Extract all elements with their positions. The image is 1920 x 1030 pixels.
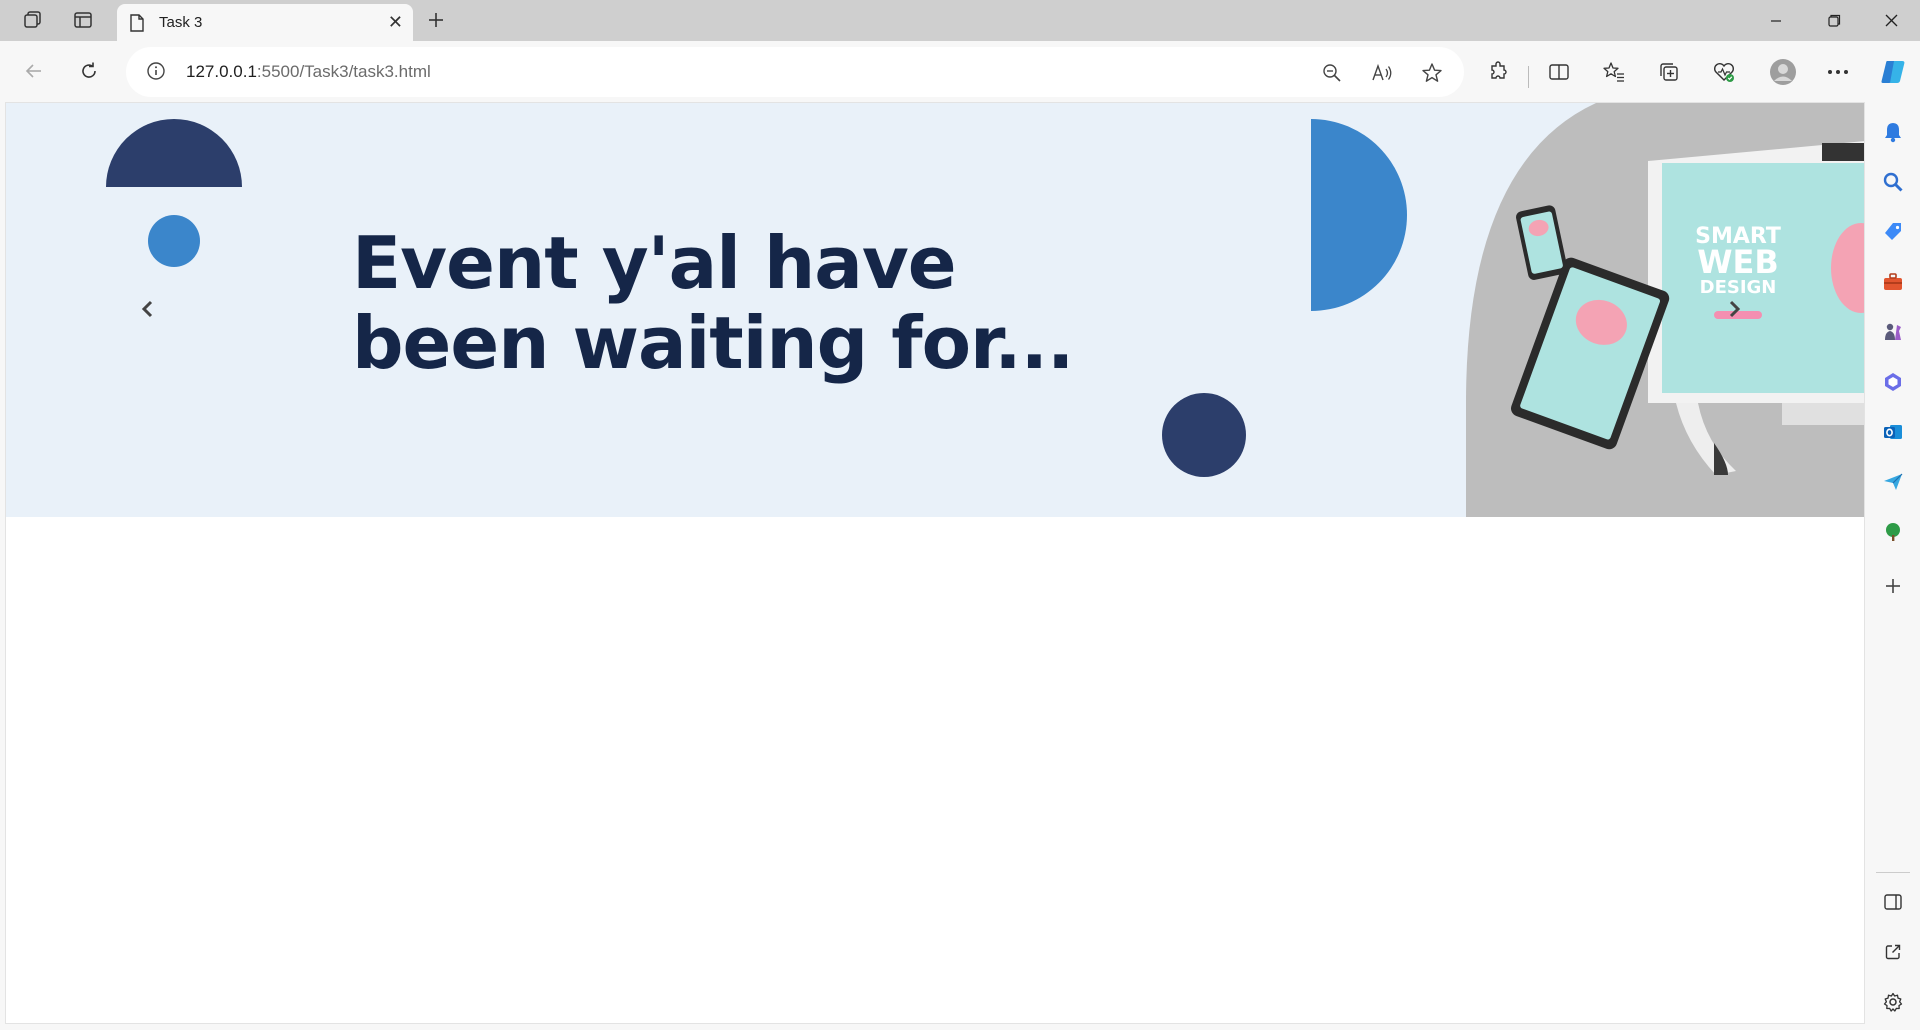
navy-dot-decoration <box>1162 393 1246 477</box>
browser-essentials-icon[interactable] <box>1707 55 1741 89</box>
title-bar: Task 3 ✕ <box>0 0 1920 41</box>
tab-title: Task 3 <box>159 14 203 31</box>
hero-headline: Event y'al have been waiting for... <box>352 223 1172 383</box>
send-paper-plane-icon[interactable] <box>1879 468 1907 496</box>
search-icon[interactable] <box>1879 168 1907 196</box>
profile-avatar-icon[interactable] <box>1766 55 1800 89</box>
hero-banner: Event y'al have been waiting for... SMAR… <box>6 103 1864 517</box>
monitor-text-web: WEB <box>1697 243 1779 281</box>
browser-toolbar: 127.0.0.1:5500/Task3/task3.html <box>0 41 1920 102</box>
favorite-star-icon[interactable] <box>1418 59 1446 87</box>
new-tab-icon[interactable] <box>420 6 452 34</box>
page-icon <box>129 14 145 37</box>
refresh-icon[interactable] <box>71 53 107 89</box>
settings-gear-icon[interactable] <box>1879 988 1907 1016</box>
toolbar-divider <box>1528 66 1529 88</box>
blue-dot-decoration <box>148 215 200 267</box>
more-options-icon[interactable] <box>1821 55 1855 89</box>
url-text[interactable]: 127.0.0.1:5500/Task3/task3.html <box>186 62 431 82</box>
tools-briefcase-icon[interactable] <box>1879 268 1907 296</box>
extensions-icon[interactable] <box>1482 55 1516 89</box>
url-host: 127.0.0.1 <box>186 62 257 81</box>
carousel-prev-icon[interactable] <box>136 297 160 321</box>
devices-image: SMART WEB DESIGN <box>1466 103 1864 517</box>
add-sidebar-app-icon[interactable] <box>1879 572 1907 600</box>
zoom-out-icon[interactable] <box>1318 59 1346 87</box>
edge-sidebar <box>1866 102 1920 1030</box>
restore-icon[interactable] <box>1807 0 1862 41</box>
tab-close-icon[interactable]: ✕ <box>388 13 403 31</box>
close-window-icon[interactable] <box>1864 0 1919 41</box>
split-screen-icon[interactable] <box>1542 55 1576 89</box>
monitor-text-design: DESIGN <box>1700 277 1777 298</box>
outlook-icon[interactable] <box>1879 418 1907 446</box>
sidebar-divider <box>1876 872 1910 873</box>
open-external-icon[interactable] <box>1879 938 1907 966</box>
navy-half-circle-decoration <box>106 119 242 187</box>
headline-line-1: Event y'al have <box>352 221 957 305</box>
active-tab[interactable]: Task 3 ✕ <box>117 4 413 41</box>
carousel-next-icon[interactable] <box>1722 297 1746 321</box>
copilot-icon[interactable] <box>1876 55 1910 89</box>
shopping-tag-icon[interactable] <box>1879 218 1907 246</box>
read-aloud-icon[interactable] <box>1368 59 1396 87</box>
notifications-bell-icon[interactable] <box>1879 118 1907 146</box>
page-viewport: Event y'al have been waiting for... SMAR… <box>5 102 1865 1024</box>
hide-sidebar-icon[interactable] <box>1879 888 1907 916</box>
address-bar[interactable]: 127.0.0.1:5500/Task3/task3.html <box>126 47 1464 97</box>
vertical-tabs-icon[interactable] <box>66 6 100 34</box>
back-icon[interactable] <box>16 53 52 89</box>
games-chess-icon[interactable] <box>1879 318 1907 346</box>
tree-icon[interactable] <box>1879 518 1907 546</box>
blue-half-circle-decoration <box>1311 119 1407 311</box>
favorites-icon[interactable] <box>1597 55 1631 89</box>
microsoft-365-icon[interactable] <box>1879 368 1907 396</box>
workspaces-icon[interactable] <box>16 6 50 34</box>
site-info-icon[interactable] <box>146 61 166 86</box>
minimize-icon[interactable] <box>1748 0 1803 41</box>
url-path: :5500/Task3/task3.html <box>256 62 431 81</box>
collections-icon[interactable] <box>1652 55 1686 89</box>
headline-line-2: been waiting for... <box>352 301 1074 385</box>
